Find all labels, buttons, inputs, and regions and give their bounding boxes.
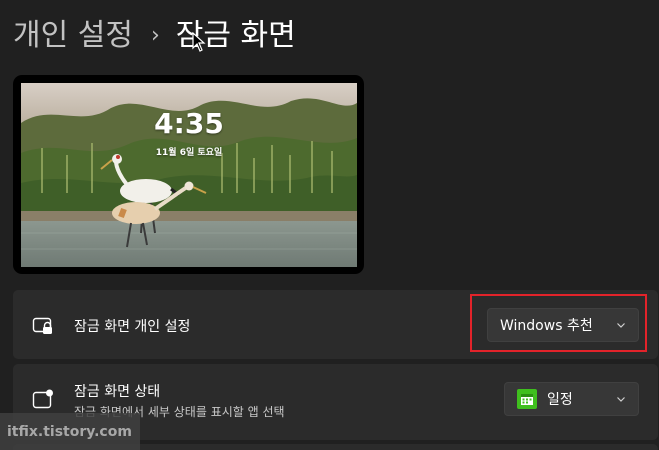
lock-screen-status-icon <box>32 389 53 409</box>
lock-screen-clock-time: 4:35 <box>154 107 224 140</box>
lock-screen-status-label: 잠금 화면 상태 <box>74 384 161 400</box>
calendar-app-icon <box>517 389 537 409</box>
lock-screen-preview: 4:35 11월 6일 토요일 <box>21 83 357 267</box>
annotation-highlight-box <box>470 294 647 352</box>
lock-screen-personalize-label: 잠금 화면 개인 설정 <box>74 319 191 335</box>
mouse-cursor-icon <box>192 32 206 52</box>
lock-screen-status-value: 일정 <box>547 392 573 408</box>
breadcrumb: 개인 설정 › 잠금 화면 <box>13 14 296 58</box>
lock-screen-icon <box>32 317 52 334</box>
chevron-down-icon <box>617 397 625 402</box>
breadcrumb-personalization-link[interactable]: 개인 설정 <box>13 14 133 58</box>
lock-screen-settings-page: 개인 설정 › 잠금 화면 4:35 11월 6일 토요일 잠금 화면 개인 설… <box>0 0 659 450</box>
lock-screen-clock-date: 11월 6일 토요일 <box>155 148 223 158</box>
lock-screen-status-dropdown[interactable]: 일정 <box>504 382 639 416</box>
breadcrumb-separator: › <box>150 23 160 48</box>
watermark: itfix.tistory.com <box>0 413 140 450</box>
